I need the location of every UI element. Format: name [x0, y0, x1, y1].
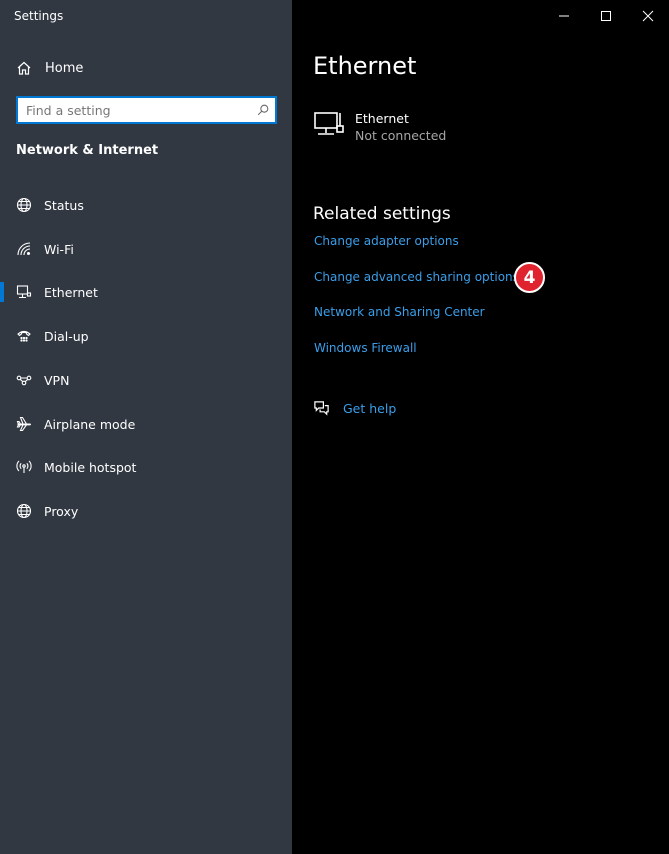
airplane-icon: [16, 416, 32, 432]
sidebar-item-airplane[interactable]: Airplane mode: [0, 409, 292, 439]
settings-window: Settings Home Network & Internet S: [0, 0, 669, 854]
change-advanced-sharing-options-link[interactable]: Change advanced sharing options: [314, 270, 519, 284]
related-settings-title: Related settings: [313, 204, 451, 224]
section-title: Network & Internet: [16, 143, 159, 158]
maximize-button[interactable]: [585, 0, 627, 32]
get-help-link[interactable]: Get help: [313, 400, 396, 417]
globe-status-icon: [16, 197, 32, 213]
search-box: [16, 96, 277, 124]
minimize-button[interactable]: [543, 0, 585, 32]
ethernet-icon: [16, 284, 32, 300]
main-content: Ethernet Ethernet Not connected Related …: [292, 0, 669, 854]
window-controls: [543, 0, 669, 32]
ethernet-icon: [314, 112, 344, 135]
ethernet-name: Ethernet: [355, 111, 409, 126]
windows-firewall-link[interactable]: Windows Firewall: [314, 341, 417, 355]
sidebar-item-status[interactable]: Status: [0, 190, 292, 220]
sidebar-item-label: Proxy: [44, 503, 79, 519]
sidebar-item-proxy[interactable]: Proxy: [0, 496, 292, 526]
sidebar-item-label: Dial-up: [44, 328, 89, 344]
close-icon: [642, 10, 654, 22]
help-chat-icon: [314, 401, 329, 416]
home-icon: [17, 61, 31, 75]
ethernet-status: Ethernet Not connected: [313, 110, 446, 144]
home-nav-item[interactable]: Home: [16, 58, 83, 78]
sidebar-item-wifi[interactable]: Wi-Fi: [0, 234, 292, 264]
sidebar-item-ethernet[interactable]: Ethernet: [0, 277, 292, 307]
sidebar-item-mobile-hotspot[interactable]: Mobile hotspot: [0, 452, 292, 482]
sidebar-item-vpn[interactable]: VPN: [0, 365, 292, 395]
globe-icon: [16, 503, 32, 519]
network-and-sharing-center-link[interactable]: Network and Sharing Center: [314, 305, 485, 319]
sidebar: Settings Home Network & Internet S: [0, 0, 292, 854]
search-input[interactable]: [18, 98, 251, 122]
get-help-label: Get help: [343, 401, 397, 416]
close-button[interactable]: [627, 0, 669, 32]
maximize-icon: [601, 11, 611, 21]
sidebar-item-dialup[interactable]: Dial-up: [0, 321, 292, 351]
step-badge: 4: [514, 262, 545, 293]
change-adapter-options-link[interactable]: Change adapter options: [314, 234, 459, 248]
wifi-icon: [16, 241, 32, 257]
search-icon[interactable]: [251, 98, 275, 122]
hotspot-icon: [16, 459, 32, 475]
dial-up-icon: [16, 328, 32, 344]
ethernet-status-text: Not connected: [355, 128, 447, 143]
sidebar-item-label: VPN: [44, 372, 70, 388]
sidebar-item-label: Wi-Fi: [44, 241, 74, 257]
sidebar-item-label: Status: [44, 197, 84, 213]
vpn-icon: [16, 372, 32, 388]
sidebar-item-label: Mobile hotspot: [44, 459, 137, 475]
selection-indicator: [0, 282, 4, 302]
sidebar-item-label: Ethernet: [44, 284, 98, 300]
page-title: Ethernet: [313, 52, 417, 80]
app-title: Settings: [14, 9, 64, 23]
sidebar-item-label: Airplane mode: [44, 416, 136, 432]
home-label: Home: [45, 60, 84, 76]
minimize-icon: [559, 15, 569, 17]
